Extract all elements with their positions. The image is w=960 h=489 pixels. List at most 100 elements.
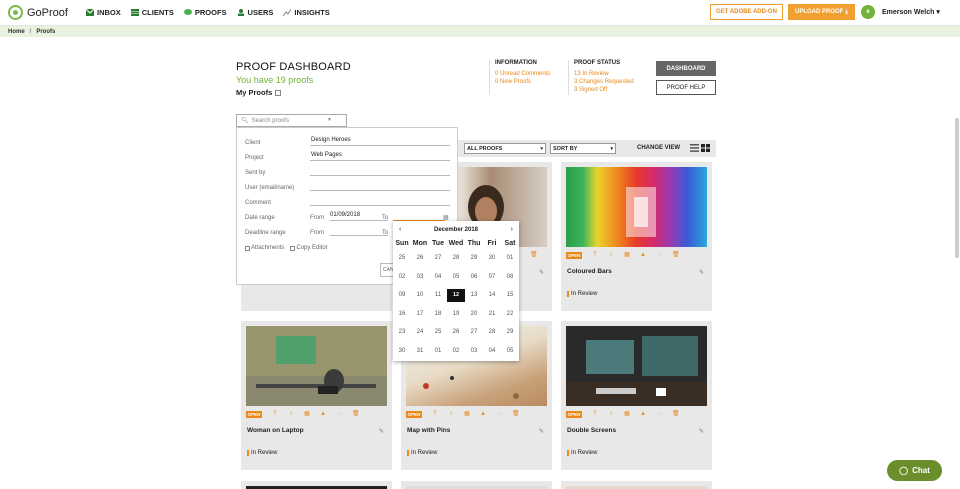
get-adobe-addon-button[interactable]: GET ADOBE ADD-ON (710, 4, 783, 20)
bell-icon[interactable]: ▲ (640, 411, 646, 417)
breadcrumb-home[interactable]: Home (8, 29, 25, 35)
status-circle-icon[interactable]: ○ (496, 411, 502, 417)
copy-editor-checkbox[interactable] (290, 246, 296, 251)
status-circle-icon[interactable]: ○ (656, 252, 662, 258)
my-proofs-checkbox[interactable] (275, 89, 282, 96)
calendar-icon[interactable]: ▦ (443, 214, 449, 221)
upload-proof-button[interactable]: UPLOAD PROOF ⤓ (788, 4, 855, 20)
search-input[interactable]: 🔍︎ Search proofs ▼ (236, 114, 347, 127)
attachments-checkbox[interactable] (245, 246, 250, 251)
upload-icon[interactable]: ⤒ (592, 411, 598, 417)
bell-icon[interactable]: ▲ (640, 252, 646, 258)
selected-day[interactable]: 12 (447, 289, 465, 302)
status-circle-icon[interactable]: ○ (656, 411, 662, 417)
my-proofs-toggle[interactable]: My Proofs (236, 88, 282, 97)
unread-comments-link[interactable]: 0 Unread Comments (495, 70, 550, 78)
proof-card[interactable]: OPEN ⤒ i ▦ ▲ ○ 🗑︎ Woman on Laptop ✎ In R… (241, 321, 392, 470)
deadline-from-field[interactable] (330, 227, 388, 236)
calendar-icon[interactable]: ▦ (624, 411, 630, 417)
scrollbar[interactable] (954, 38, 960, 489)
upload-icon[interactable]: ⤒ (592, 252, 598, 258)
nav-proofs[interactable]: PROOFS (183, 8, 227, 17)
calendar-day[interactable]: 29 (465, 255, 483, 261)
calendar-day[interactable]: 28 (483, 329, 501, 335)
edit-icon[interactable]: ✎ (539, 428, 544, 435)
user-menu[interactable]: Emerson Welch ▾ (882, 8, 940, 16)
dashboard-button[interactable]: DASHBOARD (656, 61, 716, 76)
bell-icon[interactable]: ▲ (320, 411, 326, 417)
delete-icon[interactable]: 🗑︎ (672, 411, 680, 417)
calendar-day[interactable]: 27 (465, 329, 483, 335)
date-to-field[interactable] (393, 212, 445, 221)
calendar-day[interactable]: 07 (483, 274, 501, 280)
delete-icon[interactable]: 🗑︎ (512, 411, 520, 417)
nav-users[interactable]: USERS (237, 8, 273, 17)
info-icon[interactable]: i (448, 411, 454, 417)
changes-requested-link[interactable]: 3 Changes Requested (574, 78, 634, 86)
delete-icon[interactable]: 🗑︎ (672, 252, 680, 258)
info-icon[interactable]: i (608, 411, 614, 417)
calendar-day[interactable]: 25 (429, 329, 447, 335)
proof-card[interactable]: OPEN ⤒ i ▦ ▲ ○ 🗑︎ Coloured Bars ✎ In Rev… (561, 162, 712, 311)
calendar-day[interactable]: 25 (393, 255, 411, 261)
upload-icon[interactable]: ⤒ (432, 411, 438, 417)
calendar-day[interactable]: 18 (429, 311, 447, 317)
calendar-day[interactable]: 29 (501, 329, 519, 335)
delete-icon[interactable]: 🗑︎ (530, 252, 538, 258)
calendar-day[interactable]: 02 (447, 348, 465, 354)
calendar-day[interactable]: 26 (411, 255, 429, 261)
signed-off-link[interactable]: 3 Signed Off (574, 86, 634, 94)
proof-name[interactable]: Woman on Laptop (247, 427, 304, 434)
calendar-day[interactable]: 26 (447, 329, 465, 335)
chat-button[interactable]: ◯ Chat (887, 460, 942, 481)
proof-thumbnail[interactable] (246, 326, 387, 406)
proof-thumbnail[interactable] (566, 167, 707, 247)
proof-name[interactable]: Map with Pins (407, 427, 450, 434)
calendar-icon[interactable]: ▦ (464, 411, 470, 417)
breadcrumb-proofs[interactable]: Proofs (36, 29, 55, 35)
calendar-day[interactable]: 01 (501, 255, 519, 261)
edit-icon[interactable]: ✎ (699, 269, 704, 276)
calendar-day[interactable]: 27 (429, 255, 447, 261)
all-proofs-select[interactable]: ALL PROOFS ▾ (464, 143, 546, 154)
calendar-day[interactable]: 21 (483, 311, 501, 317)
project-field[interactable]: Web Pages (310, 152, 450, 161)
open-button[interactable]: OPEN (566, 410, 582, 418)
proof-name[interactable]: Double Screens (567, 427, 616, 434)
calendar-day[interactable]: 11 (429, 292, 447, 305)
calendar-icon[interactable]: ▦ (624, 252, 630, 258)
calendar-day[interactable]: 08 (501, 274, 519, 280)
calendar-day[interactable]: 13 (465, 292, 483, 305)
list-view-icon[interactable] (690, 144, 699, 152)
open-button[interactable]: OPEN (406, 410, 422, 418)
bell-icon[interactable]: ▲ (480, 411, 486, 417)
upload-icon[interactable]: ⤒ (272, 411, 278, 417)
open-button[interactable]: OPEN (246, 410, 262, 418)
calendar-day[interactable]: 30 (393, 348, 411, 354)
calendar-day[interactable]: 19 (447, 311, 465, 317)
calendar-day[interactable]: 04 (483, 348, 501, 354)
info-icon[interactable]: i (288, 411, 294, 417)
calendar-day[interactable]: 28 (447, 255, 465, 261)
calendar-day[interactable]: 04 (429, 274, 447, 280)
calendar-day[interactable]: 15 (501, 292, 519, 305)
calendar-day[interactable]: 06 (465, 274, 483, 280)
proof-name[interactable]: Coloured Bars (567, 268, 612, 275)
calendar-day[interactable]: 14 (483, 292, 501, 305)
calendar-icon[interactable]: ▦ (304, 411, 310, 417)
client-field[interactable]: Design Heroes (310, 137, 450, 146)
calendar-day[interactable]: 20 (465, 311, 483, 317)
calendar-day[interactable]: 24 (411, 329, 429, 335)
user-field[interactable] (310, 182, 450, 191)
open-button[interactable]: OPEN (566, 251, 582, 259)
next-month-icon[interactable]: › (511, 226, 513, 233)
nav-inbox[interactable]: INBOX (86, 8, 121, 17)
calendar-day[interactable]: 03 (465, 348, 483, 354)
nav-insights[interactable]: INSIGHTS (283, 8, 330, 17)
calendar-day[interactable]: 17 (411, 311, 429, 317)
calendar-day[interactable]: 16 (393, 311, 411, 317)
proof-thumbnail[interactable] (566, 326, 707, 406)
status-circle-icon[interactable]: ○ (336, 411, 342, 417)
edit-icon[interactable]: ✎ (379, 428, 384, 435)
info-icon[interactable]: i (608, 252, 614, 258)
